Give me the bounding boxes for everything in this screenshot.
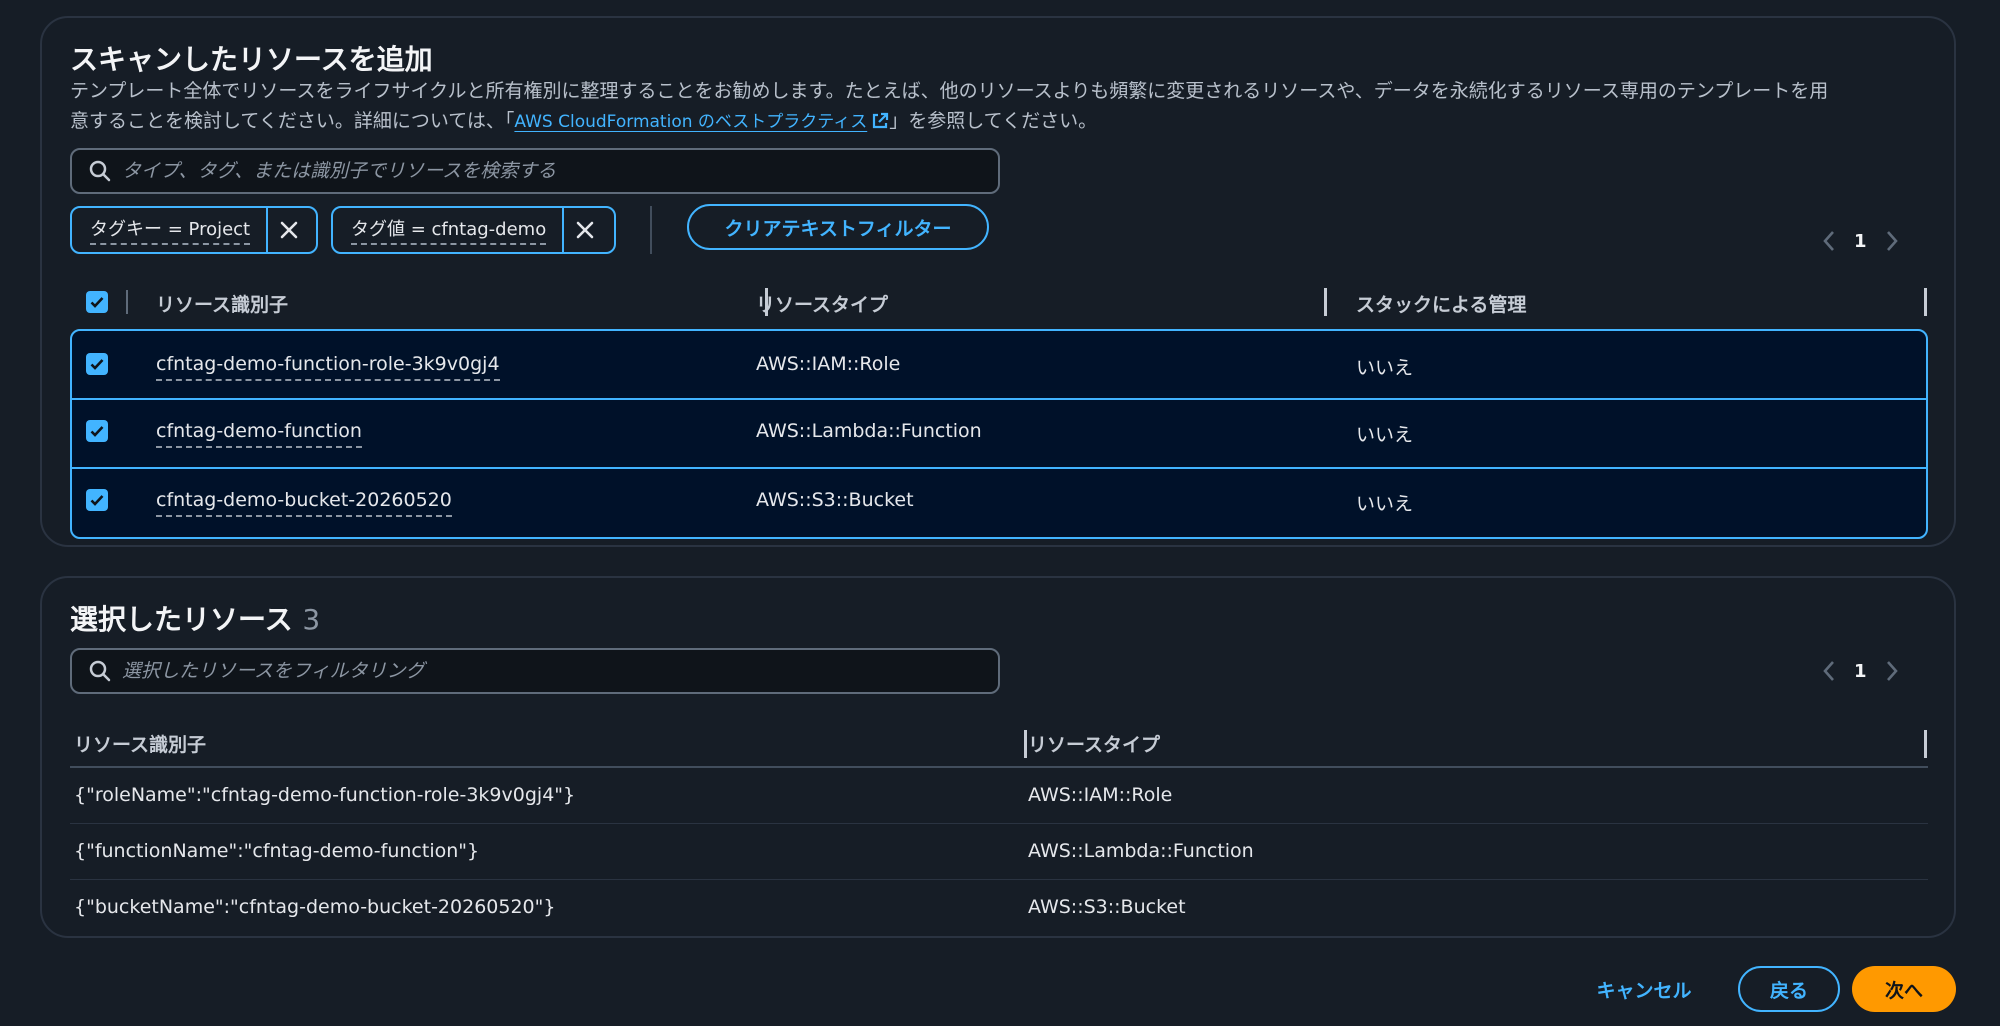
table-row[interactable]: cfntag-demo-function AWS::Lambda::Functi… <box>72 400 1926 468</box>
selected-resource-id: {"bucketName":"cfntag-demo-bucket-202605… <box>74 896 556 918</box>
row-checkbox[interactable] <box>86 353 108 375</box>
search-icon <box>89 660 111 682</box>
remove-filter-button[interactable] <box>266 208 310 252</box>
column-resize-handle[interactable] <box>1024 730 1027 758</box>
scan-panel-title: スキャンしたリソースを追加 <box>70 43 433 76</box>
filter-separator <box>650 206 652 254</box>
selected-resource-type: AWS::IAM::Role <box>1028 784 1173 806</box>
scan-panel-description: テンプレート全体でリソースをライフサイクルと所有権別に整理することをお勧めします… <box>70 76 1970 137</box>
checkmark-icon <box>90 426 104 437</box>
column-header-resource-type-label[interactable]: リソースタイプ <box>756 290 888 317</box>
resource-type-cell: AWS::IAM::Role <box>756 353 901 375</box>
chevron-right-icon[interactable] <box>1885 660 1899 682</box>
managed-by-stack-cell: いいえ <box>1356 357 1414 379</box>
resource-type-cell: AWS::S3::Bucket <box>756 489 914 511</box>
column-header-resource-id[interactable]: リソース識別子 <box>156 290 288 317</box>
scan-table-header: リソース識別子 <box>70 282 1928 322</box>
resource-id-text: cfntag-demo-function-role-3k9v0gj4 <box>156 353 500 381</box>
column-resize-handle[interactable] <box>1924 730 1927 758</box>
resource-id-cell[interactable]: cfntag-demo-function-role-3k9v0gj4 <box>156 353 500 381</box>
selected-resource-id: {"roleName":"cfntag-demo-function-role-3… <box>74 784 576 806</box>
managed-by-stack-cell: いいえ <box>1356 424 1414 446</box>
column-divider <box>126 290 128 314</box>
best-practices-link-text: AWS CloudFormation のベストプラクティス <box>514 112 868 132</box>
scanned-resources-panel: スキャンしたリソースを追加 テンプレート全体でリソースをライフサイクルと所有権別… <box>40 16 1956 547</box>
column-resize-handle[interactable] <box>1324 288 1327 316</box>
checkmark-icon <box>90 359 104 370</box>
filter-token-text: タグキー = Project <box>90 215 251 245</box>
list-item: {"bucketName":"cfntag-demo-bucket-202605… <box>70 880 1928 936</box>
column-header-resource-type[interactable]: リソースタイプ <box>1028 730 1160 757</box>
page-number[interactable]: 1 <box>1854 231 1867 252</box>
back-button[interactable]: 戻る <box>1738 966 1840 1012</box>
description-line-2-prefix: 意することを検討してください。詳細については、「 <box>70 110 515 132</box>
chevron-left-icon[interactable] <box>1822 230 1836 252</box>
filter-token-tag-key: タグキー = Project <box>70 206 318 254</box>
resource-type-cell: AWS::Lambda::Function <box>756 420 982 442</box>
filter-token-tag-value: タグ値 = cfntag-demo <box>331 206 616 254</box>
checkmark-icon <box>90 297 104 308</box>
resource-search-field[interactable] <box>70 148 1000 194</box>
remove-filter-button[interactable] <box>562 208 606 252</box>
close-icon <box>280 221 298 239</box>
resource-id-cell[interactable]: cfntag-demo-function <box>156 420 362 448</box>
managed-by-stack-cell: いいえ <box>1356 493 1414 515</box>
selected-panel-title-text: 選択したリソース <box>70 603 293 636</box>
list-item: {"functionName":"cfntag-demo-function"} … <box>70 824 1928 880</box>
selected-pagination: 1 <box>1822 660 1899 682</box>
best-practices-link[interactable]: AWS CloudFormation のベストプラクティス <box>514 112 889 132</box>
scan-pagination: 1 <box>1822 230 1899 252</box>
resource-search-input[interactable] <box>112 150 998 192</box>
resource-id-text: cfntag-demo-function <box>156 420 362 448</box>
checkmark-icon <box>90 495 104 506</box>
selected-table-header: リソース識別子 リソースタイプ <box>70 720 1928 768</box>
resource-id-text: cfntag-demo-bucket-20260520 <box>156 489 452 517</box>
description-line-1: テンプレート全体でリソースをライフサイクルと所有権別に整理することをお勧めします… <box>70 80 1829 102</box>
selected-panel-title: 選択したリソース 3 <box>70 598 320 638</box>
selected-resources-panel: 選択したリソース 3 1 リソース識別子 リソースタイプ {"roleName"… <box>40 576 1956 938</box>
table-row[interactable]: cfntag-demo-bucket-20260520 AWS::S3::Buc… <box>72 469 1926 537</box>
filter-token-label: タグキー = Project <box>72 208 266 252</box>
description-line-2-suffix: 」を参照してください。 <box>889 110 1098 132</box>
chevron-left-icon[interactable] <box>1822 660 1836 682</box>
next-button[interactable]: 次へ <box>1852 966 1956 1012</box>
description-line-2: 意することを検討してください。詳細については、「AWS CloudFormati… <box>70 106 1970 137</box>
selected-count: 3 <box>302 603 321 636</box>
cancel-button[interactable]: キャンセル <box>1582 966 1706 1012</box>
selected-filter-field[interactable] <box>70 648 1000 694</box>
selected-filter-input[interactable] <box>112 650 998 692</box>
selected-resource-id: {"functionName":"cfntag-demo-function"} <box>74 840 480 862</box>
selected-resource-type: AWS::S3::Bucket <box>1028 896 1186 918</box>
resource-id-cell[interactable]: cfntag-demo-bucket-20260520 <box>156 489 452 517</box>
search-icon <box>89 160 111 182</box>
select-all-checkbox[interactable] <box>86 291 108 313</box>
list-item: {"roleName":"cfntag-demo-function-role-3… <box>70 768 1928 824</box>
filter-token-label: タグ値 = cfntag-demo <box>333 208 562 252</box>
column-resize-handle[interactable] <box>1924 288 1927 316</box>
selected-resource-type: AWS::Lambda::Function <box>1028 840 1254 862</box>
row-checkbox[interactable] <box>86 420 108 442</box>
row-checkbox[interactable] <box>86 489 108 511</box>
close-icon <box>576 221 594 239</box>
column-header-managed-by-stack[interactable]: スタックによる管理 <box>1356 290 1526 317</box>
chevron-right-icon[interactable] <box>1885 230 1899 252</box>
filter-token-text: タグ値 = cfntag-demo <box>351 215 547 245</box>
table-row[interactable]: cfntag-demo-function-role-3k9v0gj4 AWS::… <box>72 331 1926 399</box>
clear-text-filter-button[interactable]: クリアテキストフィルター <box>687 204 989 250</box>
column-header-resource-id[interactable]: リソース識別子 <box>74 730 206 757</box>
scan-table-body: cfntag-demo-function-role-3k9v0gj4 AWS::… <box>70 329 1928 539</box>
page-number[interactable]: 1 <box>1854 661 1867 682</box>
external-link-icon <box>873 112 889 129</box>
